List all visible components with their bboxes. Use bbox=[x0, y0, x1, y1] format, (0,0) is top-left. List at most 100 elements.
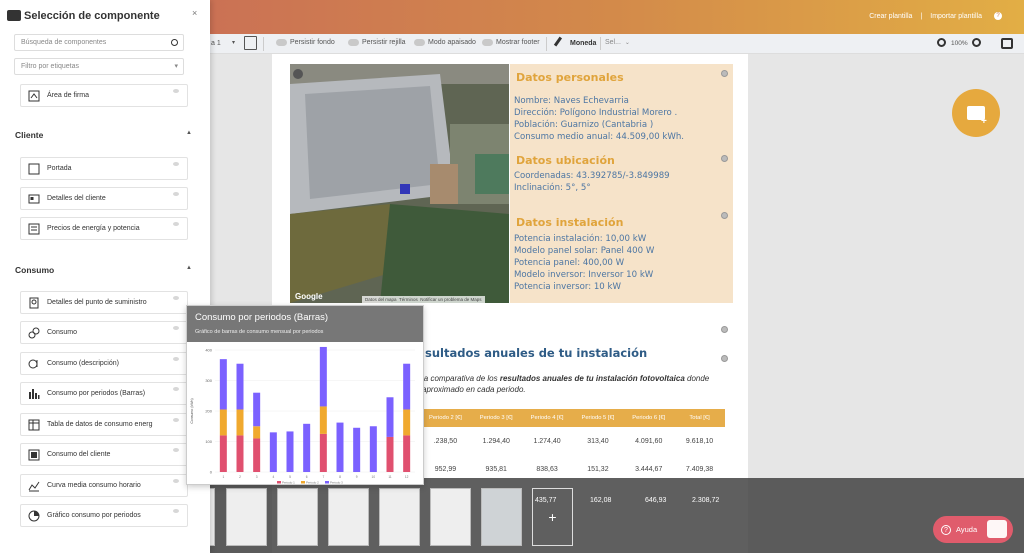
toggle-switch-icon[interactable] bbox=[348, 39, 359, 46]
sidebar-item-label: Consumo (descripción) bbox=[47, 360, 119, 367]
sidebar-item-energy-prices[interactable]: Precios de energía y potencia bbox=[20, 217, 188, 240]
bar-segment bbox=[336, 422, 344, 472]
top-links: Crear plantilla | Importar plantilla ? bbox=[869, 12, 1002, 20]
sidebar-item-label: Portada bbox=[47, 165, 72, 172]
sidebar-item-consumption-bars[interactable]: Consumo por periodos (Barras) bbox=[20, 382, 188, 405]
zoom-in-icon[interactable] bbox=[972, 38, 981, 47]
page-thumbnail[interactable] bbox=[226, 488, 267, 546]
sidebar-item-label: Precios de energía y potencia bbox=[47, 225, 140, 232]
location-title: Datos ubicación bbox=[516, 154, 615, 167]
chat-icon[interactable] bbox=[987, 520, 1007, 538]
table-cell: 1.294,40 bbox=[482, 437, 510, 445]
eye-icon[interactable] bbox=[173, 448, 179, 452]
import-template-link[interactable]: Importar plantilla bbox=[930, 13, 982, 20]
legend-label: Periodo 3 bbox=[330, 480, 343, 484]
toggle-switch-icon[interactable] bbox=[414, 39, 425, 46]
map-terms-link[interactable]: Términos bbox=[399, 297, 418, 302]
cubes-icon bbox=[7, 10, 21, 21]
create-template-link[interactable]: Crear plantilla bbox=[869, 13, 912, 20]
table-cell: 935,81 bbox=[485, 465, 507, 473]
table-cell: 952,99 bbox=[434, 465, 457, 473]
page-selector-caret-icon[interactable]: ▾ bbox=[232, 39, 235, 46]
eye-icon[interactable] bbox=[173, 479, 179, 483]
page-thumbnail[interactable] bbox=[481, 488, 522, 546]
eye-icon[interactable] bbox=[173, 192, 179, 196]
eye-icon[interactable] bbox=[173, 509, 179, 513]
table-cell: 162,08 bbox=[590, 497, 612, 504]
legend-label: Periodo 2 bbox=[306, 480, 319, 484]
currency-select[interactable]: Sel... ⌄ bbox=[600, 37, 634, 50]
tooltip-subtitle: Gráfico de barras de consumo mensual por… bbox=[195, 329, 324, 335]
satellite-map[interactable]: Google Datos del mapa Términos Notificar… bbox=[290, 64, 509, 303]
x-tick-label: 12 bbox=[405, 475, 409, 479]
toggle-persist-grid[interactable]: Persistir rejilla bbox=[348, 39, 406, 46]
eye-icon[interactable] bbox=[173, 89, 179, 93]
bar-segment bbox=[319, 346, 327, 407]
drag-handle-icon[interactable] bbox=[721, 70, 728, 77]
eye-icon[interactable] bbox=[173, 326, 179, 330]
y-tick-label: 200 bbox=[205, 409, 212, 414]
bar-segment bbox=[303, 423, 311, 472]
eye-icon[interactable] bbox=[173, 387, 179, 391]
toggle-switch-icon[interactable] bbox=[482, 39, 493, 46]
location-incline: Inclinación: 5°, 5° bbox=[514, 183, 591, 193]
sidebar-item-consumption-table[interactable]: Tabla de datos de consumo energ bbox=[20, 413, 188, 436]
drag-handle-icon[interactable] bbox=[721, 326, 728, 333]
results-text: la comparativa de los bbox=[422, 374, 500, 383]
toggle-show-footer[interactable]: Mostrar footer bbox=[482, 39, 540, 46]
help-button[interactable]: ? Ayuda bbox=[933, 516, 1013, 543]
sidebar-item-client-consumption[interactable]: Consumo del cliente bbox=[20, 443, 188, 466]
close-icon[interactable]: × bbox=[192, 8, 197, 18]
map-data-link[interactable]: Datos del mapa bbox=[365, 297, 397, 302]
table-cell: 313,40 bbox=[587, 437, 609, 445]
tag-filter-select[interactable]: Filtro por etiquetas ▾ bbox=[14, 58, 184, 75]
document-icon bbox=[27, 163, 41, 175]
bar-segment bbox=[219, 359, 227, 410]
location-coords: Coordenadas: 43.392785/-3.849989 bbox=[514, 171, 670, 181]
drag-handle-icon[interactable] bbox=[721, 355, 728, 362]
sidebar-item-consumption-description[interactable]: Consumo (descripción) bbox=[20, 352, 188, 375]
question-circle-icon[interactable]: ? bbox=[994, 12, 1002, 20]
add-component-button[interactable]: + bbox=[952, 89, 1000, 137]
sidebar-item-signature-area[interactable]: Área de firma bbox=[20, 84, 188, 107]
table-cell: 151,32 bbox=[587, 465, 609, 473]
bar-segment bbox=[319, 406, 327, 434]
add-page-icon[interactable] bbox=[244, 36, 257, 50]
bar-segment bbox=[353, 427, 361, 472]
chevron-up-icon[interactable]: ▲ bbox=[186, 265, 192, 271]
eye-icon[interactable] bbox=[173, 296, 179, 300]
eye-icon[interactable] bbox=[173, 222, 179, 226]
drag-handle-icon[interactable] bbox=[721, 212, 728, 219]
printer-icon[interactable] bbox=[1001, 38, 1013, 49]
sidebar-item-hourly-curve[interactable]: Curva media consumo horario bbox=[20, 474, 188, 497]
sidebar-item-consumption[interactable]: Consumo bbox=[20, 321, 188, 344]
pencil-icon[interactable] bbox=[293, 69, 303, 79]
map-report-link[interactable]: Notificar un problema de Maps bbox=[420, 297, 481, 302]
vertical-divider bbox=[263, 37, 264, 51]
component-search-input[interactable]: Búsqueda de componentes bbox=[14, 34, 184, 51]
page-selector[interactable]: a 1 bbox=[211, 40, 221, 47]
x-tick-label: 6 bbox=[306, 475, 308, 479]
eye-icon[interactable] bbox=[173, 162, 179, 166]
page-thumbnail[interactable] bbox=[379, 488, 420, 546]
signature-icon bbox=[27, 90, 41, 102]
sidebar-item-supply-point[interactable]: Detalles del punto de suministro bbox=[20, 291, 188, 314]
chevron-up-icon[interactable]: ▲ bbox=[186, 130, 192, 136]
results-text: donde bbox=[684, 374, 710, 383]
sidebar-item-cover[interactable]: Portada bbox=[20, 157, 188, 180]
legend-label: Periodo 1 bbox=[282, 480, 295, 484]
page-thumbnail[interactable] bbox=[277, 488, 318, 546]
eye-icon[interactable] bbox=[173, 418, 179, 422]
installation-inverter-model: Modelo inversor: Inversor 10 kW bbox=[514, 270, 654, 280]
toggle-persist-background[interactable]: Persistir fondo bbox=[276, 39, 335, 46]
toggle-landscape-mode[interactable]: Modo apaisado bbox=[414, 39, 476, 46]
eye-icon[interactable] bbox=[173, 357, 179, 361]
page-thumbnail[interactable] bbox=[328, 488, 369, 546]
results-text-bold: resultados anuales de tu instalación fot… bbox=[499, 374, 685, 383]
page-thumbnail[interactable] bbox=[430, 488, 471, 546]
sidebar-item-client-details[interactable]: Detalles del cliente bbox=[20, 187, 188, 210]
zoom-out-icon[interactable] bbox=[937, 38, 946, 47]
toggle-switch-icon[interactable] bbox=[276, 39, 287, 46]
sidebar-item-periods-chart[interactable]: Gráfico consumo por periodos bbox=[20, 504, 188, 527]
drag-handle-icon[interactable] bbox=[721, 155, 728, 162]
